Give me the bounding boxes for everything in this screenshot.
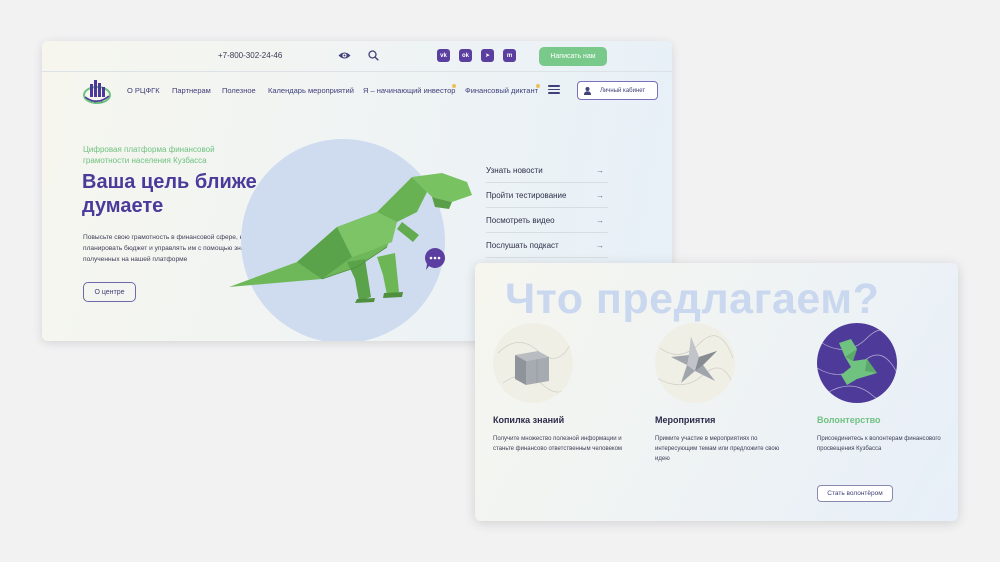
hero-subtitle: Цифровая платформа финансовой грамотност… <box>83 145 215 165</box>
search-icon[interactable] <box>368 50 379 61</box>
menu-icon[interactable] <box>548 85 560 94</box>
offer-title: Копилка знаний <box>493 415 565 425</box>
accessibility-eye-icon[interactable] <box>338 51 351 60</box>
offer-title: Волонтерство <box>817 415 881 425</box>
chat-icon[interactable] <box>424 247 446 271</box>
write-us-button[interactable]: Написать нам <box>539 47 607 66</box>
quick-link-label: Посмотреть видео <box>486 215 555 225</box>
vk-icon[interactable]: vk <box>437 49 450 62</box>
offers-title: Что предлагаем? <box>505 275 880 323</box>
messenger-icon[interactable]: m <box>503 49 516 62</box>
new-badge-dot <box>452 84 456 88</box>
quick-link-video[interactable]: Посмотреть видео → <box>486 208 608 233</box>
quick-link-podcast[interactable]: Послушать подкаст → <box>486 233 608 258</box>
user-icon <box>584 86 591 95</box>
logo-text: РЦФГК <box>91 100 103 104</box>
personal-account-button[interactable]: Личный кабинет <box>577 81 658 100</box>
nav-calendar[interactable]: Календарь мероприятий <box>268 86 354 95</box>
nav-useful[interactable]: Полезное <box>222 86 256 95</box>
phone-number[interactable]: +7-800-302-24-46 <box>218 51 282 60</box>
nav-about[interactable]: О РЦФГК <box>127 86 160 95</box>
arrow-right-icon: → <box>596 241 604 250</box>
quick-link-label: Послушать подкаст <box>486 240 559 250</box>
quick-links-list: Узнать новости → Пройти тестирование → П… <box>486 158 608 258</box>
logo[interactable]: РЦФГК <box>82 78 112 105</box>
offer-image <box>493 323 573 403</box>
about-center-button[interactable]: О центре <box>83 282 136 302</box>
personal-account-label: Личный кабинет <box>600 87 646 94</box>
telegram-icon[interactable]: ➤ <box>481 49 494 62</box>
offer-image <box>817 323 897 403</box>
nav-partners[interactable]: Партнерам <box>172 86 211 95</box>
offer-text: Примите участие в мероприятиях по интере… <box>655 436 780 462</box>
offer-volunteering[interactable]: Волонтерство Присоединитесь к волонтерам… <box>817 323 958 502</box>
origami-star-image <box>656 335 734 386</box>
offer-knowledge[interactable]: Копилка знаний Получите множество полезн… <box>493 323 643 452</box>
arrow-right-icon: → <box>596 166 604 175</box>
origami-dinosaur-image <box>229 173 472 303</box>
become-volunteer-button[interactable]: Стать волонтёром <box>817 485 893 502</box>
offer-image <box>655 323 735 403</box>
top-bar: +7-800-302-24-46 vk ok ➤ m Написать нам <box>42 41 672 72</box>
offers-card: Что предлагаем? Копилка знаний Получите … <box>475 263 958 521</box>
arrow-right-icon: → <box>596 191 604 200</box>
origami-cube-image <box>497 342 572 393</box>
nav-investor[interactable]: Я – начинающий инвестор <box>363 86 455 95</box>
offer-text: Присоединитесь к волонтерам финансового … <box>817 436 941 452</box>
quick-link-news[interactable]: Узнать новости → <box>486 158 608 183</box>
arrow-right-icon: → <box>596 216 604 225</box>
nav-dictation[interactable]: Финансовый диктант <box>465 86 538 95</box>
odnoklassniki-icon[interactable]: ok <box>459 49 472 62</box>
origami-dinosaur-volunteer-image <box>817 329 897 403</box>
quick-link-label: Пройти тестирование <box>486 190 567 200</box>
offer-title: Мероприятия <box>655 415 716 425</box>
new-badge-dot <box>536 84 540 88</box>
quick-link-test[interactable]: Пройти тестирование → <box>486 183 608 208</box>
offer-events[interactable]: Мероприятия Примите участие в мероприяти… <box>655 323 805 462</box>
quick-link-label: Узнать новости <box>486 165 543 175</box>
offer-text: Получите множество полезной информации и… <box>493 436 623 452</box>
